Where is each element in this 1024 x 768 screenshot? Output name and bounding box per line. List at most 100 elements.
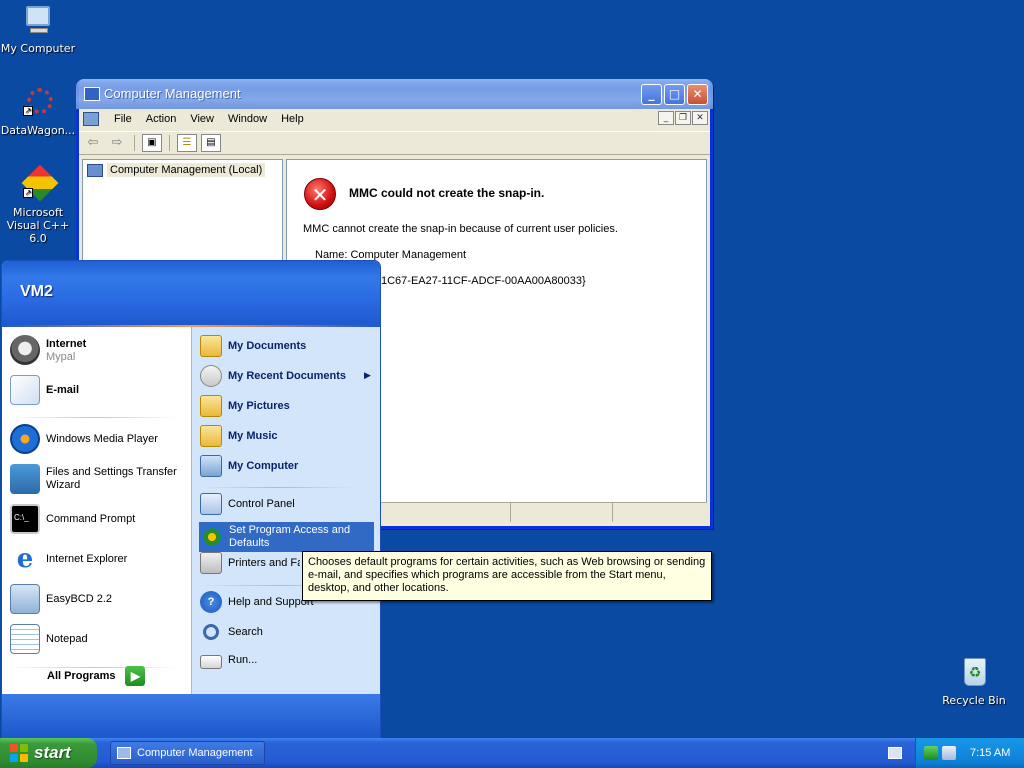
start-label: start xyxy=(34,743,71,762)
tree-item-label: Computer Management (Local) xyxy=(107,163,266,177)
start-menu-places: My Documents My Recent Documents ▶ My Pi… xyxy=(191,327,380,697)
recent-item-label: Windows Media Player xyxy=(46,432,158,445)
keyboard-icon[interactable] xyxy=(888,747,902,759)
taskbar-item-computer-management[interactable]: Computer Management xyxy=(110,741,265,765)
menu-window[interactable]: Window xyxy=(221,113,274,125)
tree-item-root[interactable]: Computer Management (Local) xyxy=(87,163,266,177)
network-icon[interactable] xyxy=(924,746,938,760)
system-label: Control Panel xyxy=(228,497,295,510)
transfer-wizard-icon xyxy=(10,464,40,494)
place-my-computer[interactable]: My Computer xyxy=(200,455,298,477)
window-titlebar[interactable]: Computer Management _ □ ✕ xyxy=(76,79,713,109)
desktop-icon-recycle-bin[interactable]: ♻ Recycle Bin xyxy=(934,656,1014,707)
place-label: My Music xyxy=(228,429,278,442)
command-prompt-icon: C:\_ xyxy=(10,504,40,534)
recent-notepad[interactable]: Notepad xyxy=(10,624,88,654)
mdi-restore-button[interactable]: ❐ xyxy=(675,111,691,125)
maximize-button[interactable]: □ xyxy=(664,84,685,105)
help-and-support[interactable]: ? Help and Support xyxy=(200,591,314,613)
place-label: My Recent Documents xyxy=(228,369,346,382)
error-icon: ✕ xyxy=(304,178,336,210)
recent-windows-media-player[interactable]: Windows Media Player xyxy=(10,424,158,454)
raccoon-browser-icon xyxy=(10,335,40,365)
properties-icon[interactable]: ☰ xyxy=(177,134,197,152)
search[interactable]: Search xyxy=(200,621,263,643)
mdi-controls: _ ❐ ✕ xyxy=(658,111,708,125)
action-pane-icon[interactable]: ▤ xyxy=(201,134,221,152)
recent-command-prompt[interactable]: C:\_ Command Prompt xyxy=(10,504,135,534)
error-clsid-line: 1C67-EA27-11CF-ADCF-00AA00A80033} xyxy=(381,275,586,287)
start-menu-programs: Internet Mypal E-mail Windows Media Play… xyxy=(2,327,191,697)
system-control-panel[interactable]: Control Panel xyxy=(200,493,295,515)
windows-flag-icon xyxy=(10,744,28,762)
help-label: Run... xyxy=(228,653,258,666)
desktop-icon-label: My Computer xyxy=(0,42,76,55)
back-arrow-icon[interactable]: ⇦ xyxy=(83,134,103,152)
status-segment xyxy=(378,503,511,522)
recent-easybcd[interactable]: EasyBCD 2.2 xyxy=(10,584,112,614)
system-label: Set Program Access and Defaults xyxy=(229,524,351,549)
clock[interactable]: 7:15 AM xyxy=(970,747,1010,759)
place-my-music[interactable]: My Music xyxy=(200,425,278,447)
menu-help[interactable]: Help xyxy=(274,113,311,125)
taskbar-item-label: Computer Management xyxy=(137,747,253,759)
internet-explorer-icon: e xyxy=(16,544,34,574)
start-menu-footer xyxy=(2,694,380,738)
start-menu-divider xyxy=(200,487,355,488)
recycle-bin-icon: ♻ xyxy=(957,656,991,690)
all-programs-button[interactable]: All Programs ▶ xyxy=(47,666,146,686)
pinned-email-label: E-mail xyxy=(46,383,80,396)
menu-action[interactable]: Action xyxy=(139,113,184,125)
pinned-internet-sub: Mypal xyxy=(46,350,76,363)
run[interactable]: Run... xyxy=(200,651,257,669)
system-printers-faxes[interactable]: Printers and Faxes xyxy=(200,552,300,574)
music-folder-icon xyxy=(200,425,222,447)
folder-icon xyxy=(200,335,222,357)
printer-icon xyxy=(200,552,222,574)
desktop-icon-datawagon[interactable]: ↗ DataWagon... xyxy=(0,86,78,137)
safely-remove-icon[interactable] xyxy=(942,746,956,760)
system-set-program-access[interactable]: Set Program Access and Defaults xyxy=(199,522,374,552)
computer-icon xyxy=(200,455,222,477)
desktop-icon-my-computer[interactable]: My Computer xyxy=(0,4,78,55)
menu-bar: File Action View Window Help _ ❐ ✕ xyxy=(79,109,710,129)
toolbar: ⇦ ⇨ ▣ ☰ ▤ xyxy=(79,131,710,155)
email-icon xyxy=(10,375,40,405)
help-label: Help and Support xyxy=(228,595,314,608)
mdi-close-button[interactable]: ✕ xyxy=(692,111,708,125)
start-menu: VM2 Internet Mypal E-mail Windows Media … xyxy=(1,260,381,739)
recent-files-settings-transfer[interactable]: Files and Settings Transfer Wizard xyxy=(10,464,185,494)
system-label: Printers and Faxes xyxy=(228,556,300,569)
system-tray: 7:15 AM xyxy=(915,738,1024,768)
recent-internet-explorer[interactable]: e Internet Explorer xyxy=(10,544,128,574)
desktop-icon-visual-cpp[interactable]: ↗ Microsoft Visual C++ 6.0 xyxy=(0,164,78,245)
recent-item-label: Notepad xyxy=(46,632,88,645)
mmc-doc-icon[interactable] xyxy=(83,112,99,126)
my-computer-icon xyxy=(21,4,55,38)
pinned-internet-label: Internet xyxy=(46,337,87,350)
media-player-icon xyxy=(10,424,40,454)
place-my-recent-documents[interactable]: My Recent Documents xyxy=(200,365,346,387)
all-programs-label: All Programs xyxy=(47,670,116,682)
recent-item-label: Files and Settings Transfer Wizard xyxy=(46,466,177,491)
forward-arrow-icon[interactable]: ⇨ xyxy=(107,134,127,152)
error-body: MMC cannot create the snap-in because of… xyxy=(303,223,618,235)
place-my-documents[interactable]: My Documents xyxy=(200,335,306,357)
control-panel-icon xyxy=(200,493,222,515)
pinned-internet[interactable]: Internet Mypal xyxy=(10,335,86,365)
menu-view[interactable]: View xyxy=(183,113,221,125)
pinned-email[interactable]: E-mail xyxy=(10,375,79,405)
start-menu-divider xyxy=(12,417,177,418)
taskbar: start Computer Management 7:15 AM xyxy=(0,738,1024,768)
user-name: VM2 xyxy=(20,283,53,300)
menu-file[interactable]: File xyxy=(107,113,139,125)
close-button[interactable]: ✕ xyxy=(687,84,708,105)
minimize-button[interactable]: _ xyxy=(641,84,662,105)
visual-cpp-icon: ↗ xyxy=(21,164,59,202)
notepad-icon xyxy=(10,624,40,654)
start-button[interactable]: start xyxy=(0,738,97,768)
place-my-pictures[interactable]: My Pictures xyxy=(200,395,290,417)
mdi-minimize-button[interactable]: _ xyxy=(658,111,674,125)
show-hide-tree-icon[interactable]: ▣ xyxy=(142,134,162,152)
tooltip: Chooses default programs for certain act… xyxy=(302,551,712,601)
